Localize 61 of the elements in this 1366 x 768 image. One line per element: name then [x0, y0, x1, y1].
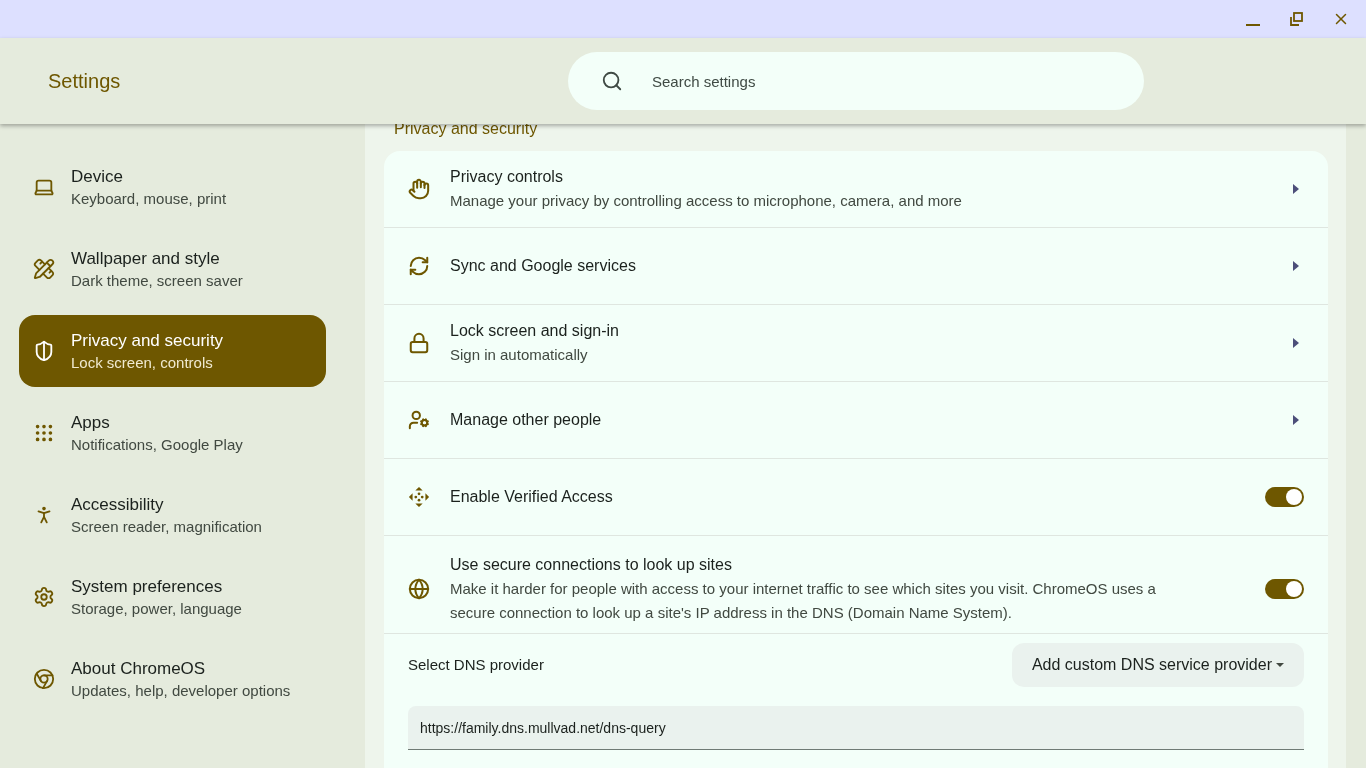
row-title: Enable Verified Access: [450, 487, 614, 507]
caret-down-icon: [1276, 663, 1284, 667]
dots-grid-icon: [33, 422, 55, 444]
dns-url-field[interactable]: https://family.dns.mullvad.net/dns-query: [408, 706, 1304, 750]
sidebar-item-title: Device: [71, 166, 124, 188]
globe-icon: [408, 577, 430, 600]
sidebar-item-subtitle: Screen reader, magnification: [71, 517, 262, 537]
window-title: Settings: [48, 69, 122, 94]
dns-label: Select DNS provider: [408, 654, 544, 675]
sidebar-item-title: Wallpaper and style: [71, 248, 221, 270]
gear-icon: [33, 586, 55, 608]
sidebar-item-subtitle: Dark theme, screen saver: [71, 271, 243, 291]
caret-right-icon: [1293, 184, 1299, 194]
sidebar-item[interactable]: Accessibility Screen reader, magnification: [19, 479, 326, 551]
hand-icon: [408, 178, 430, 200]
caret-right-icon: [1293, 261, 1299, 271]
sidebar-item-title: Privacy and security: [71, 330, 224, 352]
sidebar-item[interactable]: System preferences Storage, power, language: [19, 561, 326, 633]
row-subtitle: Sign in automatically: [450, 345, 589, 365]
sidebar-item-title: Apps: [71, 412, 111, 434]
sidebar-item-subtitle: Notifications, Google Play: [71, 435, 243, 455]
shield-icon: [33, 340, 55, 362]
search-field[interactable]: Search settings: [568, 52, 1144, 110]
row-title: Lock screen and sign-in: [450, 321, 620, 341]
settings-row[interactable]: Enable Verified Access: [384, 459, 1328, 536]
toggle-switch[interactable]: [1265, 487, 1304, 507]
sidebar-item-subtitle: Updates, help, developer options: [71, 681, 291, 701]
caret-right-icon: [1293, 415, 1299, 425]
sidebar-item[interactable]: Apps Notifications, Google Play: [19, 397, 326, 469]
row-title: Manage other people: [450, 410, 603, 430]
person-gear-icon: [408, 409, 430, 431]
sidebar-item-subtitle: Keyboard, mouse, print: [71, 189, 227, 209]
sidebar-item[interactable]: Device Keyboard, mouse, print: [19, 151, 326, 223]
row-subtitle: Manage your privacy by controlling access to microphone, camera, and more: [450, 191, 963, 211]
chrome-icon: [33, 668, 55, 690]
settings-row[interactable]: Lock screen and sign-in Sign in automatically: [384, 305, 1328, 382]
settings-row[interactable]: Sync and Google services: [384, 228, 1328, 305]
sidebar-item[interactable]: Wallpaper and style Dark theme, screen saver: [19, 233, 326, 305]
settings-row[interactable]: Manage other people: [384, 382, 1328, 459]
diamond-dots-icon: [408, 486, 430, 508]
sync-icon: [408, 255, 430, 277]
search-icon: [601, 70, 623, 92]
caret-right-icon: [1293, 338, 1299, 348]
sidebar-item-title: System preferences: [71, 576, 224, 598]
sidebar-item-subtitle: Storage, power, language: [71, 599, 242, 619]
sidebar-item-title: About ChromeOS: [71, 658, 207, 680]
toggle-switch[interactable]: [1265, 578, 1304, 599]
row-subtitle: Make it harder for people with access to your internet traffic to see which sites you visit. ChromeOS uses a secure connection to look up a site's IP address in the DNS (Domain Name System).: [450, 578, 1157, 623]
sidebar-item-title: Accessibility: [71, 494, 165, 516]
lock-icon: [408, 332, 430, 354]
sidebar-item-subtitle: Lock screen, controls: [71, 353, 214, 373]
sidebar-item[interactable]: Privacy and security Lock screen, controls: [19, 315, 326, 387]
row-title: Privacy controls: [450, 167, 564, 187]
row-title: Use secure connections to look up sites: [450, 554, 733, 575]
minimize-icon: [1246, 24, 1260, 26]
restore-icon: [1288, 11, 1304, 27]
settings-row[interactable]: Privacy controls Manage your privacy by controlling access to microphone, camera, and more: [384, 151, 1328, 228]
sidebar-item[interactable]: About ChromeOS Updates, help, developer options: [19, 643, 326, 715]
dns-provider-dropdown[interactable]: Add custom DNS service provider: [1011, 643, 1304, 687]
pencil-ruler-icon: [33, 258, 55, 280]
row-title: Sync and Google services: [450, 256, 637, 276]
